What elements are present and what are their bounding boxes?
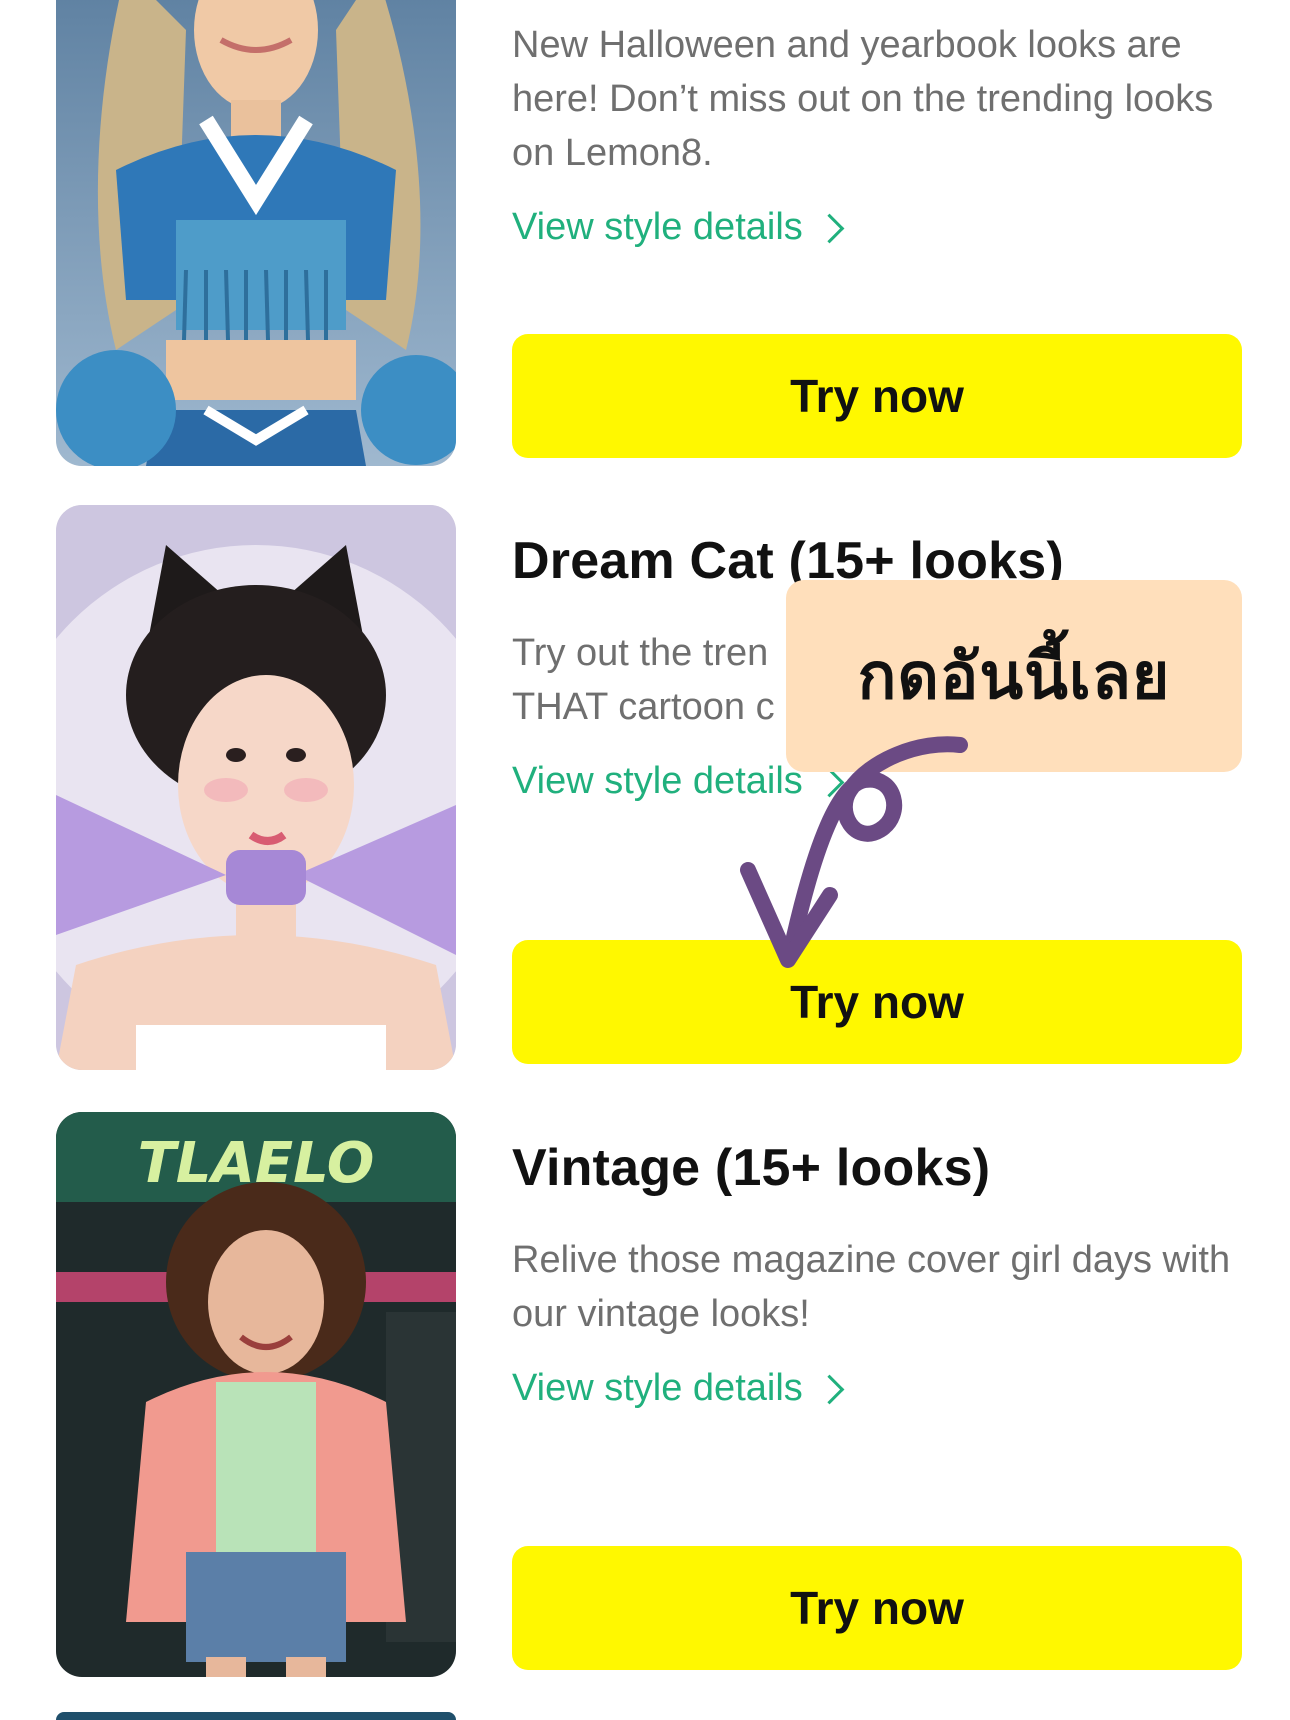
style-card-1-content: New Halloween and yearbook looks are her… (512, 18, 1242, 246)
style-card-1: New Halloween and yearbook looks are her… (0, 0, 1290, 470)
try-now-button[interactable]: Try now (512, 1546, 1242, 1670)
annotation-text: กดอันนี้เลย (857, 640, 1171, 714)
style-thumbnail-cheerleader[interactable] (56, 0, 456, 466)
style-title: Vintage (15+ looks) (512, 1139, 991, 1197)
style-description: New Halloween and yearbook looks are her… (512, 24, 1214, 174)
chevron-right-icon (814, 213, 845, 243)
details-label: View style details (512, 1367, 803, 1410)
cheerleader-image (56, 0, 456, 466)
try-now-button[interactable]: Try now (512, 334, 1242, 458)
style-thumbnail-vintage[interactable]: TLAELO (56, 1112, 456, 1677)
dream-cat-image (56, 505, 456, 1070)
style-card-3: TLAELO Vintage (15+ looks) Relive those … (0, 1112, 1290, 1677)
vintage-image: TLAELO (56, 1112, 456, 1677)
details-label: View style details (512, 206, 803, 248)
curved-arrow-icon (740, 736, 968, 968)
style-description: Try out the tren THAT cartoon c (512, 632, 775, 729)
style-card-3-content: Vintage (15+ looks) Relive those magazin… (512, 1139, 1242, 1410)
view-style-details-link[interactable]: View style details (512, 206, 845, 248)
next-style-thumbnail-peek (56, 1712, 456, 1720)
view-style-details-link[interactable]: View style details (512, 1367, 845, 1410)
chevron-right-icon (814, 1374, 845, 1405)
style-description: Relive those magazine cover girl days wi… (512, 1239, 1231, 1336)
style-thumbnail-dream-cat[interactable] (56, 505, 456, 1070)
